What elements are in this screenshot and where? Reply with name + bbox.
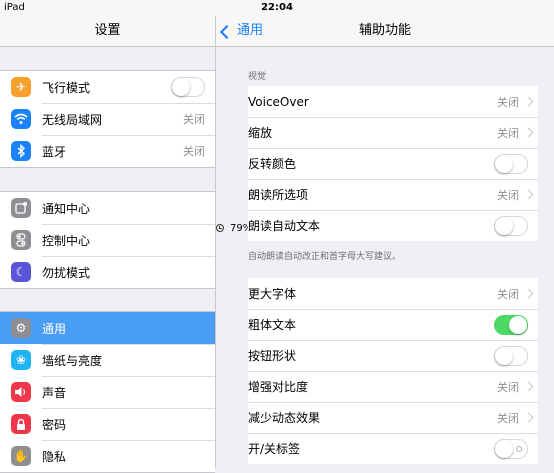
accessibility-detail: 辅助功能 通用 视觉 VoiceOver 关闭 缩放 关闭 反转颜色 朗读所选项…: [216, 16, 554, 468]
invert-colors-toggle[interactable]: [494, 153, 528, 174]
sidebar-item-control-center[interactable]: 控制中心: [0, 224, 215, 256]
back-button[interactable]: 通用: [219, 16, 264, 46]
row-label: 缩放: [248, 126, 273, 140]
settings-group-system: 通知中心 控制中心 ☾ 勿扰模式: [0, 191, 215, 289]
sidebar-item-general[interactable]: ⚙ 通用: [0, 312, 215, 344]
chevron-right-icon: [523, 381, 534, 392]
row-label: 粗体文本: [248, 318, 297, 332]
sidebar-item-label: 勿扰模式: [42, 265, 91, 280]
sidebar-item-label: 声音: [42, 385, 67, 400]
row-larger-type[interactable]: 更大字体 关闭: [248, 278, 538, 309]
sidebar-item-label: 蓝牙: [42, 144, 67, 159]
sidebar-item-label: 控制中心: [42, 233, 91, 248]
bluetooth-status-value: 关闭: [183, 145, 205, 158]
row-label: 更大字体: [248, 287, 297, 301]
moon-icon: ☾: [11, 262, 31, 282]
row-label: 增强对比度: [248, 380, 309, 394]
row-label: VoiceOver: [248, 94, 309, 109]
text-settings-group: 更大字体 关闭 粗体文本 按钮形状 增强对比度 关闭 减少动态效果 关闭 开/关…: [248, 278, 538, 464]
row-reduce-motion[interactable]: 减少动态效果 关闭: [248, 402, 538, 433]
sidebar-item-label: 隐私: [42, 449, 67, 464]
row-value: 关闭: [497, 126, 519, 140]
detail-nav-bar: 辅助功能 通用: [216, 16, 554, 47]
row-value: 关闭: [497, 411, 519, 425]
row-speak-auto-text: 朗读自动文本: [248, 210, 538, 241]
row-label: 反转颜色: [248, 157, 297, 171]
row-button-shapes: 按钮形状: [248, 340, 538, 371]
off-label-ring-icon: [516, 445, 522, 452]
sidebar-item-label: 通用: [42, 321, 67, 336]
sidebar-item-wallpaper[interactable]: ❀ 墙纸与亮度: [0, 344, 215, 376]
row-increase-contrast[interactable]: 增强对比度 关闭: [248, 371, 538, 402]
notification-center-icon: [11, 198, 31, 218]
row-label: 朗读所选项: [248, 188, 309, 202]
bluetooth-icon: [11, 141, 31, 161]
sidebar-item-airplane-mode[interactable]: ✈ 飞行模式: [0, 71, 215, 103]
sidebar-item-label: 密码: [42, 417, 67, 432]
vision-settings-group: VoiceOver 关闭 缩放 关闭 反转颜色 朗读所选项 关闭 朗读自动文本: [248, 86, 538, 241]
row-voiceover[interactable]: VoiceOver 关闭: [248, 86, 538, 117]
row-on-off-labels: 开/关标签: [248, 433, 538, 464]
bold-text-toggle[interactable]: [494, 314, 528, 335]
sidebar-title: 设置: [0, 16, 215, 47]
control-center-icon: [11, 230, 31, 250]
row-label: 朗读自动文本: [248, 219, 321, 233]
row-label: 按钮形状: [248, 349, 297, 363]
sidebar-item-sounds[interactable]: 声音: [0, 376, 215, 408]
sidebar-item-label: 无线局域网: [42, 112, 103, 127]
back-button-label: 通用: [237, 23, 264, 38]
row-invert-colors: 反转颜色: [248, 148, 538, 179]
row-speak-selection[interactable]: 朗读所选项 关闭: [248, 179, 538, 210]
sidebar-item-notification-center[interactable]: 通知中心: [0, 192, 215, 224]
section-footer-note: 自动朗读自动改正和首字母大写建议。: [248, 252, 402, 262]
sidebar-item-privacy[interactable]: ✋ 隐私: [0, 440, 215, 472]
sidebar-item-label: 通知中心: [42, 201, 91, 216]
sidebar-item-do-not-disturb[interactable]: ☾ 勿扰模式: [0, 256, 215, 288]
status-bar: iPad 22:04 79%: [0, 0, 554, 234]
row-label: 开/关标签: [248, 442, 301, 456]
row-label: 减少动态效果: [248, 411, 321, 425]
sidebar-item-bluetooth[interactable]: 蓝牙 关闭: [0, 135, 215, 167]
chevron-right-icon: [523, 189, 534, 200]
lock-icon: [11, 414, 31, 434]
wifi-status-value: 关闭: [183, 113, 205, 126]
airplane-icon: ✈: [11, 77, 31, 97]
on-off-labels-toggle[interactable]: [494, 438, 528, 459]
sidebar-item-label: 飞行模式: [42, 80, 91, 95]
chevron-right-icon: [523, 412, 534, 423]
gear-icon: ⚙: [11, 318, 31, 338]
sidebar-item-passcode[interactable]: 密码: [0, 408, 215, 440]
row-value: 关闭: [497, 287, 519, 301]
sidebar-item-label: 墙纸与亮度: [42, 353, 103, 368]
row-value: 关闭: [497, 95, 519, 109]
section-header-vision: 视觉: [248, 72, 267, 82]
row-value: 关闭: [497, 380, 519, 394]
row-zoom[interactable]: 缩放 关闭: [248, 117, 538, 148]
wifi-icon: [11, 109, 31, 129]
row-value: 关闭: [497, 188, 519, 202]
button-shapes-toggle[interactable]: [494, 345, 528, 366]
hand-icon: ✋: [11, 446, 31, 466]
settings-group-general: ⚙ 通用 ❀ 墙纸与亮度 声音 密码 ✋ 隐私: [0, 311, 215, 473]
sidebar-item-wifi[interactable]: 无线局域网 关闭: [0, 103, 215, 135]
settings-group-connectivity: ✈ 飞行模式 无线局域网 关闭 蓝牙 关闭: [0, 70, 215, 168]
row-bold-text: 粗体文本: [248, 309, 538, 340]
settings-sidebar: 设置 ✈ 飞行模式 无线局域网 关闭 蓝牙 关闭 通知中心 控制中心 ☾ 勿扰模…: [0, 16, 216, 473]
wallpaper-icon: ❀: [11, 350, 31, 370]
chevron-right-icon: [523, 288, 534, 299]
speaker-icon: [11, 382, 31, 402]
airplane-mode-toggle[interactable]: [171, 77, 205, 97]
chevron-right-icon: [523, 96, 534, 107]
chevron-left-icon: [219, 24, 235, 39]
speak-auto-text-toggle[interactable]: [494, 215, 528, 236]
chevron-right-icon: [523, 127, 534, 138]
page-title: 辅助功能: [358, 23, 411, 38]
